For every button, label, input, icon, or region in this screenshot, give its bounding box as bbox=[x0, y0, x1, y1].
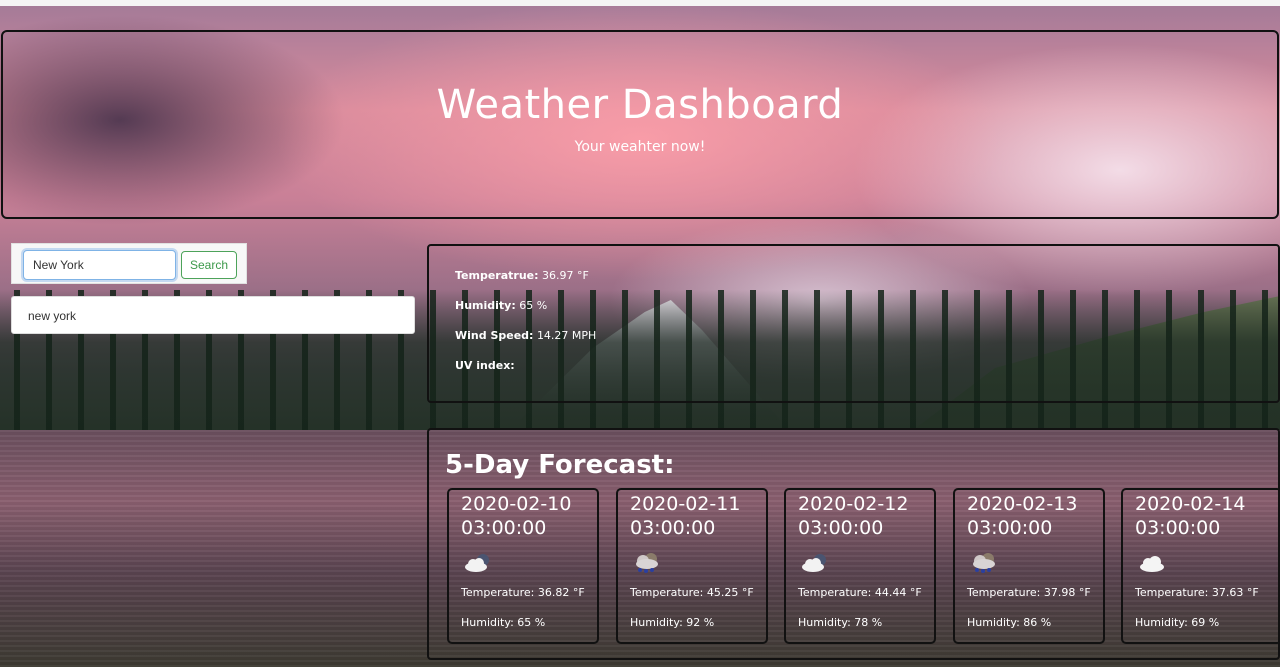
cloudy-night-icon bbox=[465, 554, 489, 572]
forecast-card: 2020-02-11 03:00:00 Temperature: 45.25 °… bbox=[616, 488, 768, 644]
wind-value: 14.27 MPH bbox=[536, 329, 597, 342]
forecast-day: 2020-02-10 bbox=[461, 493, 572, 515]
forecast-title: 5-Day Forecast: bbox=[445, 450, 675, 480]
current-weather-panel: Temperatrue: 36.97 °F Humidity: 65 % Win… bbox=[427, 244, 1280, 403]
forecast-date: 2020-02-11 03:00:00 bbox=[630, 492, 770, 540]
forecast-temperature: Temperature: 36.82 °F bbox=[461, 586, 585, 599]
humidity-value: 65 % bbox=[519, 299, 548, 312]
humidity-label: Humidity: bbox=[455, 299, 516, 312]
forecast-humidity: Humidity: 69 % bbox=[1135, 616, 1220, 629]
current-temperature: Temperatrue: 36.97 °F bbox=[455, 269, 589, 282]
forecast-day: 2020-02-13 bbox=[967, 493, 1078, 515]
dashboard-header: Weather Dashboard Your weahter now! bbox=[1, 30, 1279, 219]
search-history-item[interactable]: new york bbox=[11, 296, 415, 334]
forecast-date: 2020-02-13 03:00:00 bbox=[967, 492, 1107, 540]
forecast-temperature: Temperature: 44.44 °F bbox=[798, 586, 922, 599]
forecast-card: 2020-02-13 03:00:00 Temperature: 37.98 °… bbox=[953, 488, 1105, 644]
forecast-panel: 5-Day Forecast: 2020-02-10 03:00:00 Temp… bbox=[427, 428, 1280, 660]
forecast-card: 2020-02-10 03:00:00 Temperature: 36.82 °… bbox=[447, 488, 599, 644]
forecast-date: 2020-02-14 03:00:00 bbox=[1135, 492, 1275, 540]
temperature-value: 36.97 °F bbox=[542, 269, 589, 282]
forecast-date: 2020-02-10 03:00:00 bbox=[461, 492, 601, 540]
forecast-temperature: Temperature: 37.63 °F bbox=[1135, 586, 1259, 599]
search-button[interactable]: Search bbox=[181, 251, 237, 279]
current-uv-index: UV index: bbox=[455, 359, 515, 372]
forecast-card: 2020-02-14 03:00:00 Temperature: 37.63 °… bbox=[1121, 488, 1280, 644]
rain-night-icon bbox=[973, 553, 995, 573]
forecast-humidity: Humidity: 65 % bbox=[461, 616, 546, 629]
forecast-humidity: Humidity: 78 % bbox=[798, 616, 883, 629]
forecast-card: 2020-02-12 03:00:00 Temperature: 44.44 °… bbox=[784, 488, 936, 644]
forecast-time: 03:00:00 bbox=[461, 517, 547, 539]
uv-label: UV index: bbox=[455, 359, 515, 372]
forecast-time: 03:00:00 bbox=[798, 517, 884, 539]
temperature-label: Temperatrue: bbox=[455, 269, 539, 282]
forecast-time: 03:00:00 bbox=[1135, 517, 1221, 539]
forecast-day: 2020-02-11 bbox=[630, 493, 741, 515]
forecast-temperature: Temperature: 45.25 °F bbox=[630, 586, 754, 599]
forecast-day: 2020-02-12 bbox=[798, 493, 909, 515]
cloud-icon bbox=[1140, 556, 1164, 572]
page-subtitle: Your weahter now! bbox=[574, 139, 706, 155]
page-title: Weather Dashboard bbox=[436, 82, 844, 128]
city-search-input[interactable] bbox=[23, 250, 176, 280]
forecast-humidity: Humidity: 92 % bbox=[630, 616, 715, 629]
forecast-time: 03:00:00 bbox=[630, 517, 716, 539]
current-wind-speed: Wind Speed: 14.27 MPH bbox=[455, 329, 596, 342]
forecast-time: 03:00:00 bbox=[967, 517, 1053, 539]
forecast-date: 2020-02-12 03:00:00 bbox=[798, 492, 938, 540]
forecast-humidity: Humidity: 86 % bbox=[967, 616, 1052, 629]
wind-label: Wind Speed: bbox=[455, 329, 534, 342]
forecast-day: 2020-02-14 bbox=[1135, 493, 1246, 515]
rain-night-icon bbox=[636, 553, 658, 573]
forecast-temperature: Temperature: 37.98 °F bbox=[967, 586, 1091, 599]
current-humidity: Humidity: 65 % bbox=[455, 299, 547, 312]
cloudy-night-icon bbox=[802, 554, 826, 572]
search-form: Search bbox=[11, 243, 247, 284]
top-strip bbox=[0, 0, 1280, 6]
